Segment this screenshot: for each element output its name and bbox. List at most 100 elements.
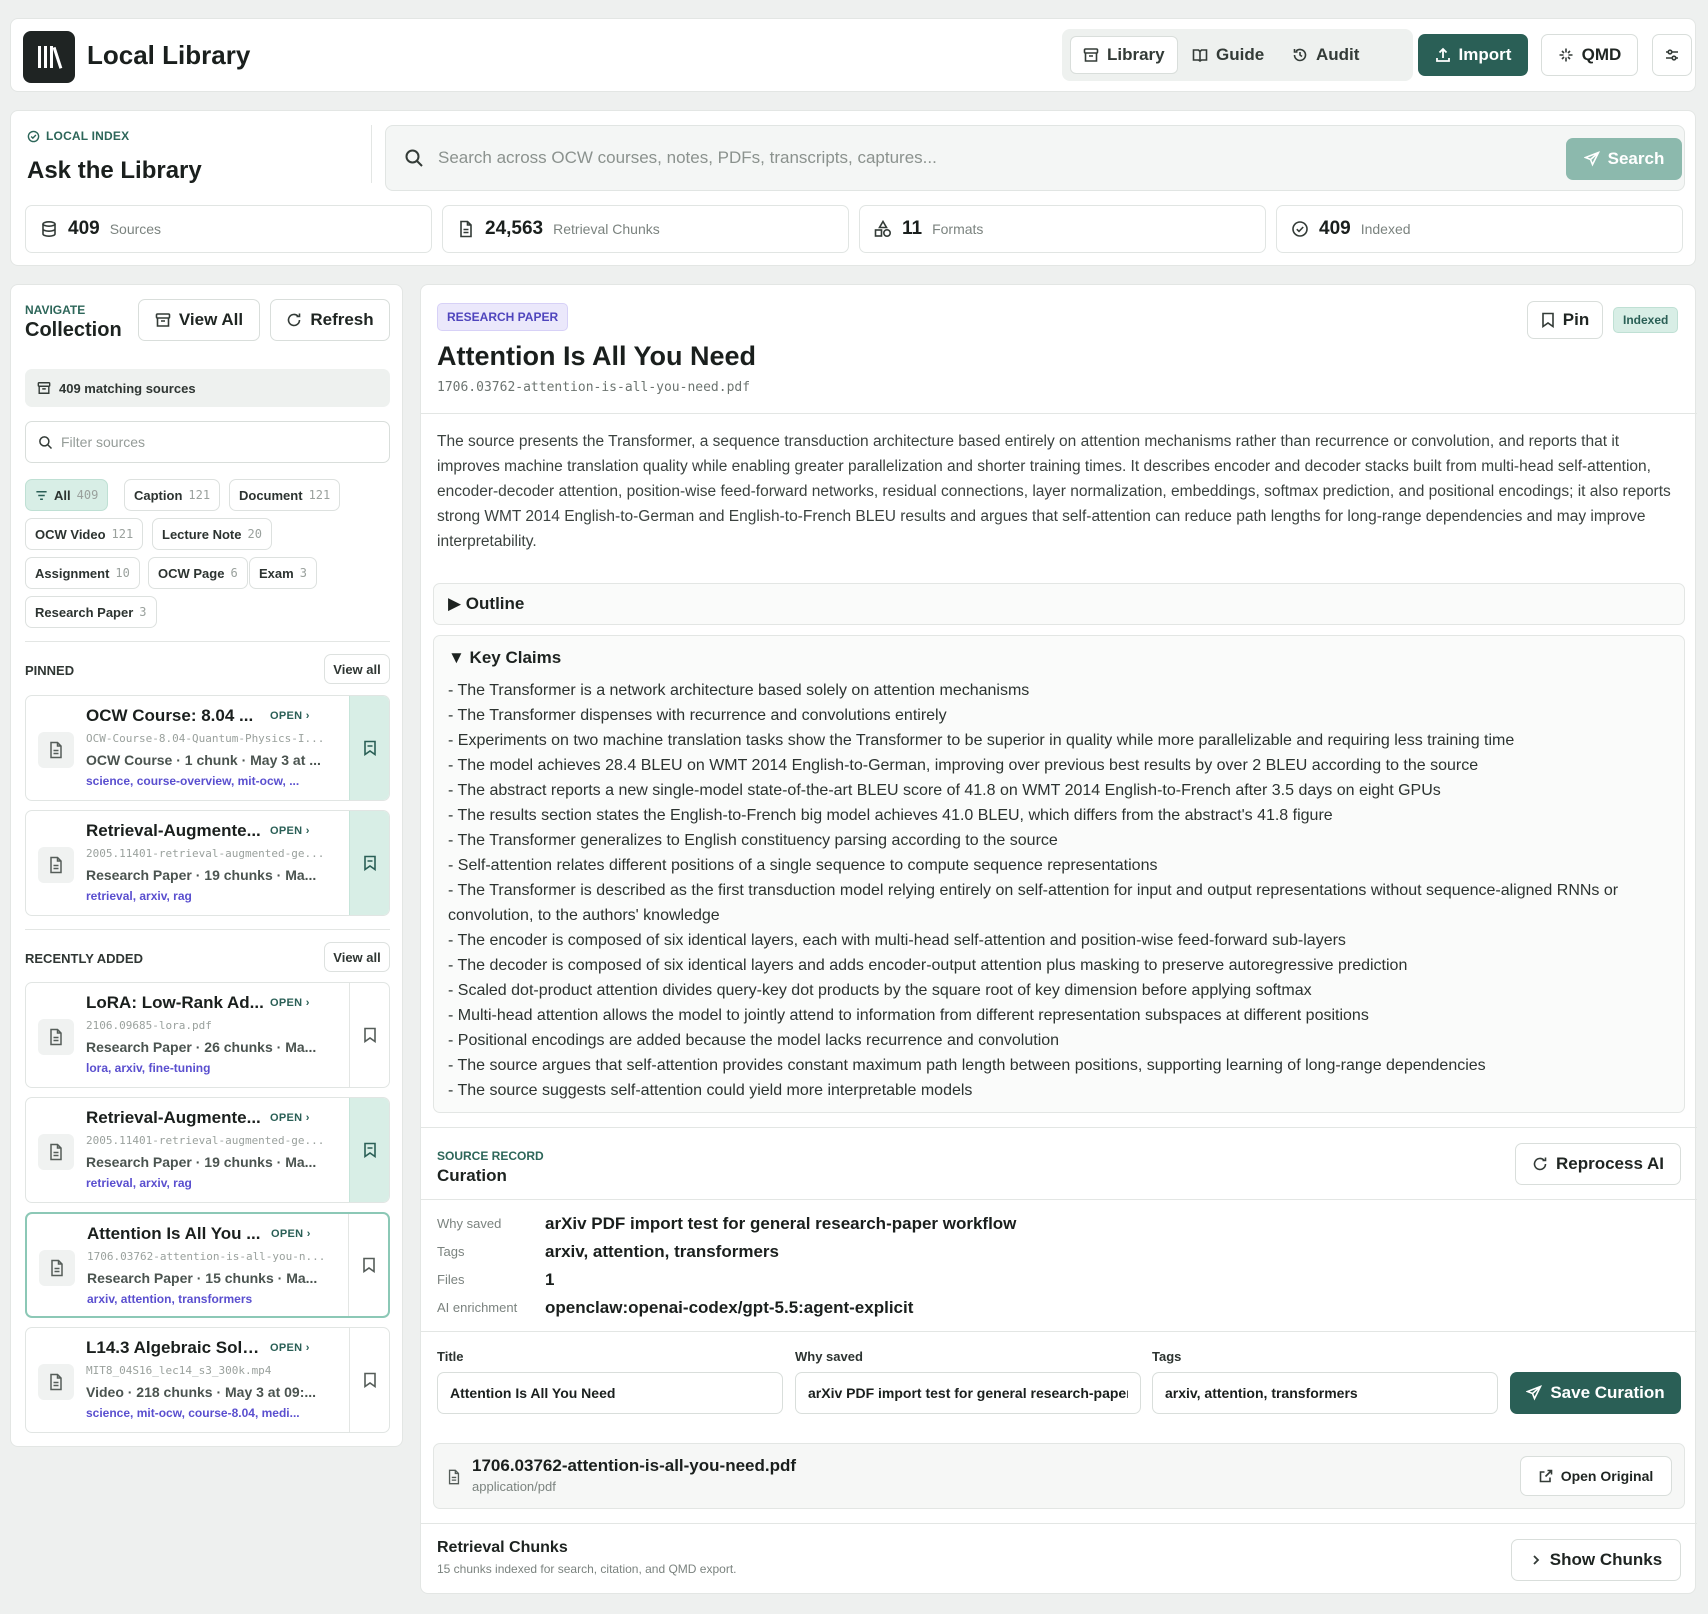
search-title: Ask the Library — [27, 157, 202, 184]
chunks-title: Retrieval Chunks — [437, 1539, 568, 1556]
filter-input[interactable] — [61, 434, 361, 450]
stat-label: Indexed — [1360, 221, 1411, 237]
open-original-button[interactable]: Open Original — [1520, 1456, 1672, 1496]
pin-toggle[interactable] — [349, 1328, 389, 1432]
claim-item: - The abstract reports a new single-mode… — [448, 782, 1441, 799]
open-link[interactable]: OPEN › — [270, 997, 310, 1009]
document-icon — [38, 847, 74, 883]
key-claims-toggle[interactable]: ▼ Key Claims — [448, 648, 561, 668]
view-all-button[interactable]: View All — [138, 299, 260, 341]
chip-lecture-note[interactable]: Lecture Note 20 — [152, 518, 272, 550]
open-link[interactable]: OPEN › — [270, 710, 310, 722]
show-chunks-button[interactable]: Show Chunks — [1511, 1539, 1681, 1581]
document-icon — [39, 1250, 75, 1286]
pin-toggle[interactable] — [349, 696, 389, 800]
source-card[interactable]: L14.3 Algebraic Solu... OPEN › MIT8_04S1… — [25, 1327, 390, 1433]
chip-ocw-video[interactable]: OCW Video 121 — [25, 518, 144, 550]
search-box: Search — [385, 125, 1685, 191]
archive-icon — [155, 312, 171, 328]
search-icon — [38, 435, 53, 450]
app-logo — [23, 31, 75, 83]
document-summary: The source presents the Transformer, a s… — [437, 433, 1671, 550]
stat-value: 409 — [1319, 218, 1351, 239]
claim-item: - Self-attention relates different posit… — [448, 857, 1158, 874]
file-icon — [446, 1468, 462, 1486]
qmd-button[interactable]: QMD — [1541, 34, 1638, 76]
key-claims-panel: ▼ Key Claims - The Transformer is a netw… — [433, 635, 1685, 1113]
send-icon — [1526, 1385, 1543, 1401]
tab-guide[interactable]: Guide — [1180, 36, 1276, 74]
send-icon — [1583, 151, 1600, 167]
source-card[interactable]: Retrieval-Augmente... OPEN › 2005.11401-… — [25, 810, 390, 916]
chip-ocw-page[interactable]: OCW Page 6 — [148, 557, 248, 589]
tags-field[interactable] — [1152, 1372, 1498, 1414]
chip-all[interactable]: All 409 — [25, 479, 109, 511]
tab-audit[interactable]: Audit — [1280, 36, 1371, 74]
chip-count: 10 — [115, 566, 130, 580]
claim-item: - The encoder is composed of six identic… — [448, 932, 1346, 949]
refresh-button[interactable]: Refresh — [270, 299, 390, 341]
source-file: 2106.09685-lora.pdf — [86, 1019, 212, 1032]
claim-item: - Experiments on two machine translation… — [448, 732, 1515, 749]
chip-caption[interactable]: Caption 121 — [124, 479, 221, 511]
source-meta: Research Paper · 26 chunks · Ma... — [86, 1039, 317, 1055]
chip-document[interactable]: Document 121 — [229, 479, 341, 511]
title-field[interactable] — [437, 1372, 783, 1414]
document-filename: 1706.03762-attention-is-all-you-need.pdf — [437, 380, 751, 395]
attachment-row: 1706.03762-attention-is-all-you-need.pdf… — [433, 1443, 1685, 1509]
database-icon — [40, 220, 58, 238]
pin-toggle[interactable] — [349, 983, 389, 1087]
claim-item: - The Transformer dispenses with recurre… — [448, 707, 947, 724]
chevron-right-icon — [1530, 1554, 1542, 1566]
archive-icon — [37, 381, 51, 395]
source-record-kicker: SOURCE RECORD — [437, 1149, 544, 1163]
chip-exam[interactable]: Exam 3 — [249, 557, 317, 589]
pin-toggle[interactable] — [348, 1214, 388, 1316]
chip-count: 20 — [247, 527, 262, 541]
pin-toggle[interactable] — [349, 811, 389, 915]
open-link[interactable]: OPEN › — [271, 1228, 311, 1240]
import-button[interactable]: Import — [1418, 34, 1528, 76]
chip-research-paper[interactable]: Research Paper 3 — [25, 596, 157, 628]
open-link[interactable]: OPEN › — [270, 825, 310, 837]
settings-button[interactable] — [1652, 34, 1692, 76]
bookmark-icon — [1541, 312, 1555, 328]
tab-library[interactable]: Library — [1070, 36, 1178, 74]
curation-title: Curation — [437, 1166, 507, 1185]
source-card[interactable]: OCW Course: 8.04 ... OPEN › OCW-Course-8… — [25, 695, 390, 801]
recent-label: RECENTLY ADDED — [25, 951, 143, 966]
attachment-mime: application/pdf — [472, 1479, 556, 1494]
chip-assignment[interactable]: Assignment 10 — [25, 557, 140, 589]
source-meta: Research Paper · 19 chunks · Ma... — [86, 1154, 317, 1170]
stat-label: Retrieval Chunks — [553, 221, 660, 237]
qmd-label: QMD — [1581, 45, 1622, 64]
pin-button[interactable]: Pin — [1527, 301, 1603, 339]
search-icon — [404, 148, 424, 168]
document-icon — [38, 732, 74, 768]
pinned-view-all-button[interactable]: View all — [324, 654, 390, 684]
top-bar: Local Library Library Guide Audit Import — [10, 18, 1696, 92]
sliders-icon — [1664, 47, 1680, 63]
recent-view-all-button[interactable]: View all — [324, 942, 390, 972]
search-input[interactable] — [438, 140, 1438, 176]
nav-tabs: Library Guide Audit — [1062, 29, 1413, 81]
outline-toggle[interactable]: ▶ Outline — [433, 583, 1685, 625]
pin-toggle[interactable] — [349, 1098, 389, 1202]
save-curation-button[interactable]: Save Curation — [1510, 1372, 1681, 1414]
search-button[interactable]: Search — [1566, 138, 1682, 180]
source-file: MIT8_04S16_lec14_s3_300k.mp4 — [86, 1364, 272, 1377]
pinned-label: PINNED — [25, 663, 75, 678]
source-card[interactable]: Retrieval-Augmente... OPEN › 2005.11401-… — [25, 1097, 390, 1203]
open-link[interactable]: OPEN › — [270, 1342, 310, 1354]
source-card[interactable]: LoRA: Low-Rank Ad... OPEN › 2106.09685-l… — [25, 982, 390, 1088]
tags-key: Tags — [437, 1244, 465, 1259]
open-link[interactable]: OPEN › — [270, 1112, 310, 1124]
source-card-selected[interactable]: Attention Is All You ... OPEN › 1706.037… — [25, 1212, 390, 1318]
claim-item: - The results section states the English… — [448, 807, 1333, 824]
reprocess-ai-button[interactable]: Reprocess AI — [1515, 1143, 1681, 1185]
filter-icon — [35, 489, 48, 502]
source-file: 1706.03762-attention-is-all-you-n... — [87, 1250, 326, 1263]
tags-value: arxiv, attention, transformers — [545, 1242, 779, 1261]
why-saved-field[interactable] — [795, 1372, 1141, 1414]
stat-formats: 11 Formats — [859, 205, 1266, 253]
